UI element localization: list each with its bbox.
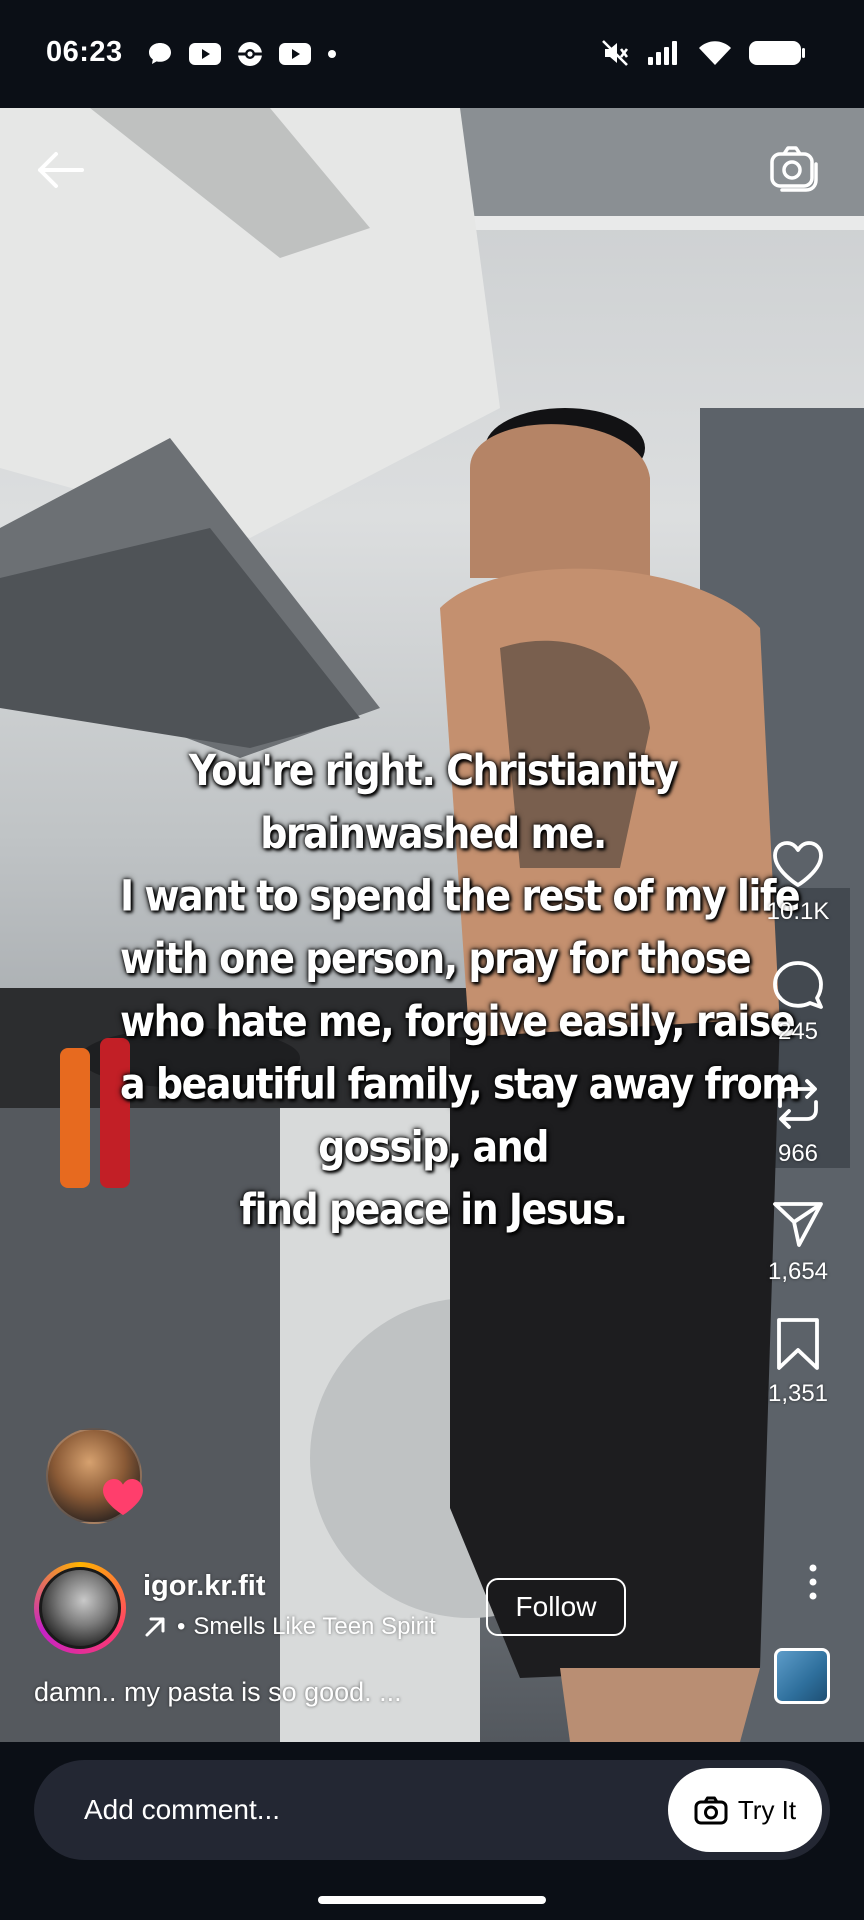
share-count: 1,654 bbox=[767, 1258, 829, 1285]
camera-icon bbox=[770, 146, 818, 192]
chat-bubble-icon bbox=[149, 43, 171, 64]
overlay-line: find peace in Jesus. bbox=[239, 1184, 628, 1235]
youtube-icon bbox=[189, 43, 221, 65]
overlay-line: brainwashed me. bbox=[260, 808, 607, 858]
battery-icon bbox=[749, 41, 805, 65]
post-caption[interactable]: damn.. my pasta is so good. ... bbox=[34, 1677, 402, 1708]
status-bar: 06:23 bbox=[0, 0, 864, 108]
creator-avatar[interactable] bbox=[34, 1562, 126, 1654]
heart-badge-icon bbox=[103, 1479, 143, 1515]
like-button[interactable]: 10.1K bbox=[766, 838, 830, 926]
overlay-line: I want to spend the rest of my life bbox=[120, 871, 801, 921]
notification-icons bbox=[146, 40, 338, 68]
share-button[interactable]: 1,654 bbox=[768, 1198, 828, 1286]
camera-icon bbox=[694, 1796, 728, 1825]
comment-bar: Add comment... Try It bbox=[0, 1742, 864, 1920]
pokeball-icon bbox=[238, 42, 262, 66]
creator-username[interactable]: igor.kr.fit bbox=[143, 1570, 265, 1603]
comment-button[interactable]: 245 bbox=[770, 956, 826, 1046]
audio-thumbnail[interactable] bbox=[774, 1648, 830, 1704]
save-button[interactable]: 1,351 bbox=[768, 1316, 828, 1408]
signal-icon bbox=[648, 41, 677, 65]
comment-input[interactable]: Add comment... Try It bbox=[34, 1760, 830, 1860]
repost-button[interactable]: 966 bbox=[770, 1076, 826, 1168]
overlay-line: with one person, pray for those bbox=[120, 934, 752, 984]
audio-track[interactable]: • Smells Like Teen Spirit bbox=[143, 1613, 436, 1641]
try-it-button[interactable]: Try It bbox=[668, 1768, 822, 1852]
overlay-line: who hate me, forgive easily, raise bbox=[120, 996, 796, 1046]
follow-button[interactable]: Follow bbox=[486, 1578, 626, 1636]
comment-count: 245 bbox=[777, 1018, 819, 1045]
status-time: 06:23 bbox=[46, 36, 123, 68]
heart-icon bbox=[773, 841, 823, 887]
overlay-line: You're right. Christianity bbox=[188, 745, 679, 796]
audio-title: Smells Like Teen Spirit bbox=[193, 1613, 436, 1640]
system-icons bbox=[600, 38, 806, 68]
try-it-label: Try It bbox=[737, 1794, 797, 1825]
save-count: 1,351 bbox=[767, 1380, 829, 1407]
mute-icon bbox=[602, 40, 629, 66]
avatar-image bbox=[39, 1567, 121, 1649]
separator-dot: • bbox=[177, 1613, 186, 1640]
overlay-line: a beautiful family, stay away from bbox=[120, 1059, 801, 1109]
repost-icon bbox=[778, 1079, 818, 1129]
dot-icon bbox=[328, 50, 336, 58]
more-options-button[interactable] bbox=[802, 1562, 824, 1602]
send-icon bbox=[773, 1202, 823, 1247]
comment-icon bbox=[773, 961, 823, 1009]
like-count: 10.1K bbox=[766, 898, 830, 925]
overlay-line: gossip, and bbox=[318, 1122, 549, 1172]
arrow-up-right-icon bbox=[145, 1617, 165, 1637]
youtube-icon bbox=[279, 43, 311, 65]
action-rail: 10.1K 245 966 1,654 1,351 bbox=[750, 838, 846, 1438]
more-vertical-icon bbox=[809, 1564, 817, 1600]
arrow-left-icon bbox=[38, 152, 84, 188]
home-indicator[interactable] bbox=[318, 1896, 546, 1904]
overlay-text: You're right. Christianity brainwashed m… bbox=[120, 739, 801, 1241]
back-button[interactable] bbox=[30, 145, 90, 195]
repost-count: 966 bbox=[777, 1140, 819, 1167]
bookmark-icon bbox=[777, 1318, 819, 1370]
wifi-icon bbox=[699, 41, 731, 65]
camera-button[interactable] bbox=[764, 142, 824, 198]
comment-placeholder: Add comment... bbox=[84, 1794, 281, 1825]
